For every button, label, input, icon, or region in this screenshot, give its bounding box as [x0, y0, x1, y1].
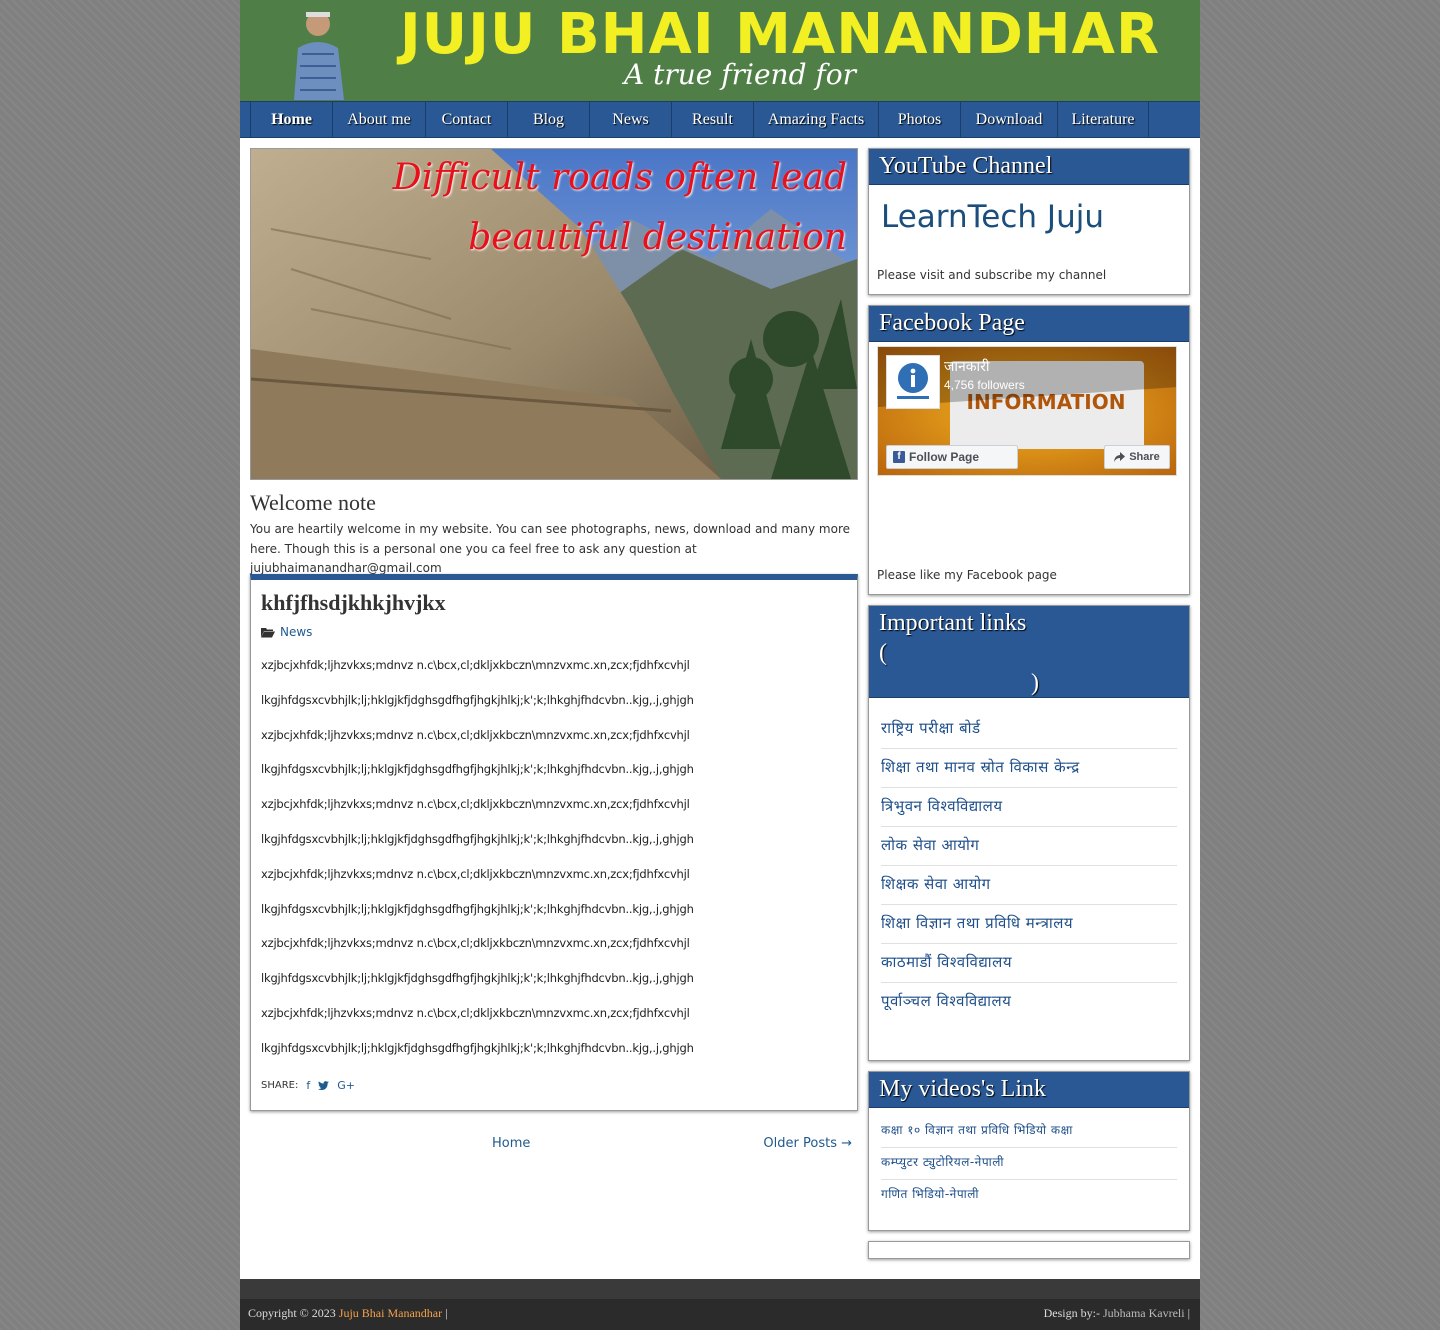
- post-paragraph: xzjbcjxhfdk;ljhzvkxs;mdnvz n.c\bcx,cl;dk…: [261, 1005, 690, 1020]
- footer-copyright: Copyright © 2023 Juju Bhai Manandhar |: [248, 1306, 448, 1321]
- post-paragraph: lkgjhfdgsxcvbhjlk;lj;hklgjkfjdghsgdfhgfj…: [261, 762, 694, 777]
- videos-widget-title: My videos's Link: [869, 1072, 1189, 1108]
- post-paragraph: lkgjhfdgsxcvbhjlk;lj;hklgjkfjdghsgdfhgfj…: [261, 971, 694, 986]
- post-paragraph: xzjbcjxhfdk;ljhzvkxs;mdnvz n.c\bcx,cl;dk…: [261, 658, 690, 672]
- post-paragraph: xzjbcjxhfdk;ljhzvkxs;mdnvz n.c\bcx,cl;dk…: [261, 866, 690, 881]
- important-link[interactable]: शिक्षा विज्ञान तथा प्रविधि मन्त्रालय: [881, 905, 1177, 944]
- important-link[interactable]: त्रिभुवन विश्वविद्यालय: [881, 788, 1177, 827]
- important-links-title: Important links ( ): [869, 606, 1189, 698]
- important-link[interactable]: पूर्वाञ्चल विश्वविद्यालय: [881, 983, 1177, 1021]
- page-wrapper: JUJU BHAI MANANDHAR A true friend for ev…: [240, 0, 1200, 1330]
- designer-link[interactable]: Jubhama Kavreli: [1103, 1306, 1185, 1320]
- youtube-widget-title: YouTube Channel: [869, 149, 1189, 185]
- youtube-note: Please visit and subscribe my channel: [877, 268, 1107, 282]
- facebook-page-plugin[interactable]: INFORMATION जानकारी 4,756 followers f Fo…: [877, 346, 1177, 476]
- facebook-page-logo[interactable]: [886, 355, 940, 409]
- pager: Home Older Posts →: [250, 1136, 858, 1156]
- nav-item-blog[interactable]: Blog: [508, 102, 590, 138]
- post-body: xzjbcjxhfdk;ljhzvkxs;mdnvz n.c\bcx,cl;dk…: [261, 657, 851, 1075]
- post-paragraph: xzjbcjxhfdk;ljhzvkxs;mdnvz n.c\bcx,cl;dk…: [261, 797, 690, 812]
- share-label: SHARE:: [261, 1080, 299, 1091]
- nav-item-about-me[interactable]: About me: [333, 102, 426, 138]
- videos-list: कक्षा १० विज्ञान तथा प्रविधि भिडियो कक्ष…: [881, 1116, 1177, 1211]
- facebook-page-name[interactable]: जानकारी: [944, 357, 990, 376]
- important-links-title-line1: Important links: [879, 610, 1027, 636]
- empty-widget: [868, 1241, 1190, 1259]
- facebook-widget: Facebook Page INFORMATION जानकारी 4,756 …: [868, 305, 1190, 595]
- folder-open-icon: [261, 627, 275, 637]
- welcome-heading: Welcome note: [250, 490, 376, 515]
- share-arrow-icon: [1114, 452, 1126, 462]
- facebook-share-button[interactable]: Share: [1104, 445, 1170, 469]
- facebook-icon[interactable]: f: [306, 1079, 310, 1092]
- footer-separator: |: [445, 1306, 448, 1320]
- post-paragraph: lkgjhfdgsxcvbhjlk;lj;hklgjkfjdghsgdfhgfj…: [261, 692, 694, 707]
- hero-slider[interactable]: Difficult roads often lead beautiful des…: [250, 148, 858, 480]
- youtube-widget: YouTube Channel LearnTech Juju Please vi…: [868, 148, 1190, 295]
- video-link[interactable]: गणित भिडियो-नेपाली: [881, 1180, 1177, 1211]
- facebook-widget-title: Facebook Page: [869, 306, 1189, 342]
- footer-credit: Design by:- Jubhama Kavreli |: [1044, 1306, 1190, 1321]
- nav-item-contact[interactable]: Contact: [426, 102, 508, 138]
- main-nav: Home About me Contact Blog News Result Amazing…: [240, 101, 1200, 138]
- post-paragraph: lkgjhfdgsxcvbhjlk;lj;hklgjkfjdghsgdfhgfj…: [261, 901, 694, 916]
- important-links-list: राष्ट्रिय परीक्षा बोर्ड शिक्षा तथा मानव स…: [881, 710, 1177, 1021]
- google-plus-icon[interactable]: G+: [337, 1079, 355, 1092]
- important-links-title-line3: ): [1031, 670, 1039, 696]
- facebook-icon: f: [893, 451, 905, 463]
- post-paragraph: xzjbcjxhfdk;ljhzvkxs;mdnvz n.c\bcx,cl;dk…: [261, 936, 690, 951]
- videos-widget: My videos's Link कक्षा १० विज्ञान तथा प्…: [868, 1071, 1190, 1231]
- welcome-text: You are heartily welcome in my website. …: [250, 522, 850, 575]
- older-posts-link[interactable]: Older Posts →: [763, 1136, 852, 1151]
- design-by-label: Design by:-: [1043, 1306, 1100, 1320]
- important-link[interactable]: काठमाडौं विश्वविद्यालय: [881, 944, 1177, 983]
- site-header: JUJU BHAI MANANDHAR A true friend for ev…: [240, 0, 1200, 101]
- nav-item-download[interactable]: Download: [961, 102, 1058, 138]
- category-link[interactable]: News: [280, 625, 312, 639]
- blog-post: khfjfhsdjkhkjhvjkx News xzjbcjxhfdk;ljhz…: [250, 574, 858, 1111]
- twitter-icon[interactable]: [318, 1081, 330, 1090]
- slider-caption-line2: beautiful destination: [468, 217, 847, 258]
- important-links-widget: Important links ( ) राष्ट्रिय परीक्षा बो…: [868, 605, 1190, 1061]
- author-photo: [294, 12, 344, 100]
- post-paragraph: lkgjhfdgsxcvbhjlk;lj;hklgjkfjdghsgdfhgfj…: [261, 831, 694, 846]
- welcome-section: Welcome note You are heartily welcome in…: [250, 490, 858, 579]
- nav-item-photos[interactable]: Photos: [879, 102, 961, 138]
- info-icon: [897, 363, 929, 399]
- site-tagline: A true friend for everyone: [624, 58, 856, 101]
- important-link[interactable]: लोक सेवा आयोग: [881, 827, 1177, 866]
- nav-item-news[interactable]: News: [590, 102, 672, 138]
- hero-image: [251, 149, 857, 479]
- share-bar: SHARE: f G+: [261, 1079, 355, 1092]
- nav-item-literature[interactable]: Literature: [1058, 102, 1149, 138]
- important-link[interactable]: शिक्षा तथा मानव स्रोत विकास केन्द्र: [881, 749, 1177, 788]
- important-link[interactable]: राष्ट्रिय परीक्षा बोर्ड: [881, 710, 1177, 749]
- post-paragraph: lkgjhfdgsxcvbhjlk;lj;hklgjkfjdghsgdfhgfj…: [261, 1040, 694, 1055]
- pager-home-link[interactable]: Home: [492, 1136, 530, 1151]
- footer-separator-right: |: [1187, 1306, 1190, 1320]
- important-links-title-line2: (: [879, 640, 887, 666]
- facebook-note: Please like my Facebook page: [877, 568, 1057, 582]
- post-title[interactable]: khfjfhsdjkhkjhvjkx: [261, 590, 446, 616]
- video-link[interactable]: कम्प्युटर ट्युटोरियल-नेपाली: [881, 1148, 1177, 1180]
- nav-item-home[interactable]: Home: [251, 102, 333, 138]
- footer-site-link[interactable]: Juju Bhai Manandhar: [339, 1306, 442, 1320]
- post-category: News: [261, 625, 312, 639]
- nav-item-result[interactable]: Result: [672, 102, 754, 138]
- follow-page-label: Follow Page: [909, 450, 980, 464]
- site-footer: Copyright © 2023 Juju Bhai Manandhar | D…: [240, 1279, 1200, 1330]
- follow-page-button[interactable]: f Follow Page: [886, 445, 1018, 469]
- video-link[interactable]: कक्षा १० विज्ञान तथा प्रविधि भिडियो कक्ष…: [881, 1116, 1177, 1148]
- important-link[interactable]: शिक्षक सेवा आयोग: [881, 866, 1177, 905]
- youtube-channel-link[interactable]: LearnTech Juju: [881, 199, 1104, 235]
- facebook-share-label: Share: [1129, 451, 1160, 463]
- post-paragraph: xzjbcjxhfdk;ljhzvkxs;mdnvz n.c\bcx,cl;dk…: [261, 727, 690, 742]
- facebook-followers: 4,756 followers: [944, 378, 1025, 392]
- slider-caption-line1: Difficult roads often lead: [392, 157, 847, 198]
- nav-item-amazing-facts[interactable]: Amazing Facts: [754, 102, 879, 138]
- copyright-text: Copyright © 2023: [248, 1306, 336, 1320]
